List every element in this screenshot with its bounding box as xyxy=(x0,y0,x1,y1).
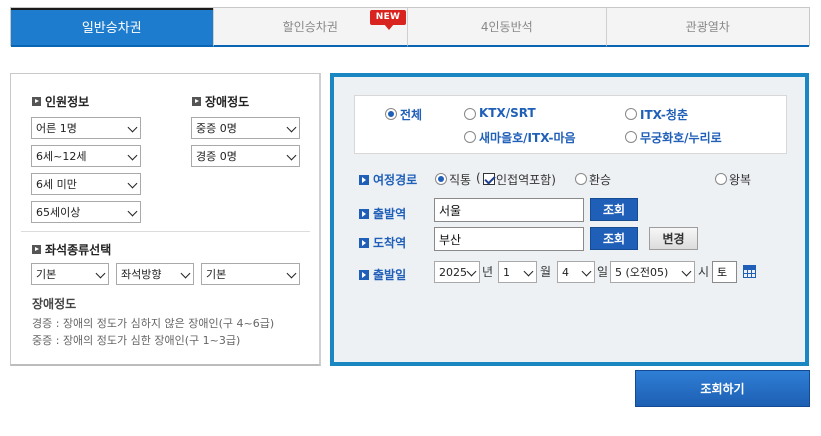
paren-open: ( xyxy=(476,171,481,185)
radio-itx-cheongchun[interactable] xyxy=(625,108,637,120)
weekday-display: 토 xyxy=(712,261,737,283)
chevron-down-icon xyxy=(523,266,534,277)
tab-general-ticket[interactable]: 일반승차권 xyxy=(11,8,214,47)
radio-saemaeul[interactable] xyxy=(464,131,476,143)
route-panel: 전체 KTX/SRT ITX-청춘 새마을호/ITX-마음 무궁화호/누리로 여… xyxy=(330,73,809,366)
radio-round-trip[interactable] xyxy=(715,173,727,185)
chevron-down-icon xyxy=(127,206,138,217)
passenger-info-title: 인원정보 xyxy=(32,93,89,110)
new-badge: NEW xyxy=(370,10,407,30)
divider xyxy=(21,231,310,232)
year-select[interactable]: 2025 xyxy=(434,261,480,283)
chevron-down-icon xyxy=(95,268,106,279)
chevron-down-icon xyxy=(127,122,138,133)
arrow-bullet-icon xyxy=(359,237,369,248)
chevron-down-icon xyxy=(286,268,297,279)
swap-stations-button[interactable]: 변경 xyxy=(649,227,698,250)
senior-count-select[interactable]: 65세이상 xyxy=(31,201,141,223)
train-type-box: 전체 KTX/SRT ITX-청춘 새마을호/ITX-마음 무궁화호/누리로 xyxy=(354,95,787,154)
tab-tourist-train[interactable]: 관광열차 xyxy=(606,8,809,47)
ticket-tabs: 일반승차권 할인승차권 NEW 4인동반석 관광열차 xyxy=(10,7,810,47)
arrival-label: 도착역 xyxy=(359,234,406,251)
chevron-down-icon xyxy=(286,150,297,161)
chevron-down-icon xyxy=(581,266,592,277)
calendar-icon[interactable] xyxy=(743,265,756,278)
radio-transfer[interactable] xyxy=(575,173,587,185)
route-label: 여정경로 xyxy=(359,171,417,188)
day-unit: 일 xyxy=(597,265,609,279)
chevron-down-icon xyxy=(466,266,477,277)
tab-label: 할인승차권 xyxy=(282,20,338,34)
route-direct-label: 직통 xyxy=(449,173,472,187)
tab-label: 일반승차권 xyxy=(81,21,142,36)
tab-label: 관광열차 xyxy=(685,20,730,34)
chevron-down-icon xyxy=(127,150,138,161)
hour-unit: 시 xyxy=(698,265,710,279)
seat-type-title: 좌석종류선택 xyxy=(32,241,111,258)
train-type-mugunghwa-label: 무궁화호/누리로 xyxy=(640,131,722,145)
infant-count-select[interactable]: 6세 미만 xyxy=(31,173,141,195)
adjacent-station-label: 인접역포함) xyxy=(496,173,556,187)
arrival-station-input[interactable]: 부산 xyxy=(434,227,584,251)
departure-date-label: 출발일 xyxy=(359,266,406,283)
radio-ktx-srt[interactable] xyxy=(464,108,476,120)
seat-type-select[interactable]: 기본 xyxy=(31,263,109,285)
departure-label: 출발역 xyxy=(359,205,406,222)
mild-disability-desc: 경증 : 장애의 정도가 심하지 않은 장애인(구 4~6급) xyxy=(32,317,275,330)
month-select[interactable]: 1 xyxy=(498,261,537,283)
arrow-bullet-icon xyxy=(32,97,41,106)
arrow-bullet-icon xyxy=(359,208,369,219)
hour-select[interactable]: 5 (오전05) xyxy=(610,261,695,283)
arrow-bullet-icon xyxy=(32,245,41,254)
search-submit-button[interactable]: 조회하기 xyxy=(635,370,810,407)
radio-all-trains[interactable] xyxy=(385,108,397,120)
tab-four-seat[interactable]: 4인동반석 xyxy=(408,8,607,47)
arrow-bullet-icon xyxy=(192,97,201,106)
route-round-trip-label: 왕복 xyxy=(729,173,752,187)
severe-disability-desc: 중증 : 장애의 정도가 심한 장애인(구 1~3급) xyxy=(32,334,241,347)
radio-direct[interactable] xyxy=(435,173,447,185)
adjacent-station-checkbox[interactable] xyxy=(483,173,495,185)
chevron-down-icon xyxy=(180,268,191,279)
chevron-down-icon xyxy=(127,178,138,189)
train-type-ktx-label: KTX/SRT xyxy=(479,106,536,120)
chevron-down-icon xyxy=(681,266,692,277)
day-select[interactable]: 4 xyxy=(557,261,595,283)
tab-label: 4인동반석 xyxy=(480,20,533,34)
tab-discount-ticket[interactable]: 할인승차권 NEW xyxy=(213,8,409,47)
train-type-all-label: 전체 xyxy=(400,108,423,122)
seat-direction-select[interactable]: 좌석방향 xyxy=(116,263,194,285)
arrow-bullet-icon xyxy=(359,174,369,185)
seat-option-select[interactable]: 기본 xyxy=(201,263,300,285)
month-unit: 월 xyxy=(540,265,552,279)
route-transfer-label: 환승 xyxy=(589,173,612,187)
departure-station-input[interactable]: 서울 xyxy=(434,198,584,222)
disability-desc-title: 장애정도 xyxy=(32,297,77,311)
train-type-saemaeul-label: 새마을호/ITX-마음 xyxy=(479,131,576,145)
arrow-bullet-icon xyxy=(359,269,369,280)
adult-count-select[interactable]: 어른 1명 xyxy=(31,117,141,139)
train-type-itx-label: ITX-청춘 xyxy=(640,108,688,122)
arrival-search-button[interactable]: 조회 xyxy=(590,227,638,250)
mild-disability-select[interactable]: 경증 0명 xyxy=(191,145,300,167)
child-count-select[interactable]: 6세~12세 xyxy=(31,145,141,167)
severe-disability-select[interactable]: 중증 0명 xyxy=(191,117,300,139)
chevron-down-icon xyxy=(286,122,297,133)
passenger-panel: 인원정보 장애정도 어른 1명 6세~12세 6세 미만 65세이상 중증 0명… xyxy=(10,73,321,366)
disability-title: 장애정도 xyxy=(192,93,249,110)
year-unit: 년 xyxy=(482,265,494,279)
departure-search-button[interactable]: 조회 xyxy=(590,198,638,221)
radio-mugunghwa[interactable] xyxy=(625,131,637,143)
